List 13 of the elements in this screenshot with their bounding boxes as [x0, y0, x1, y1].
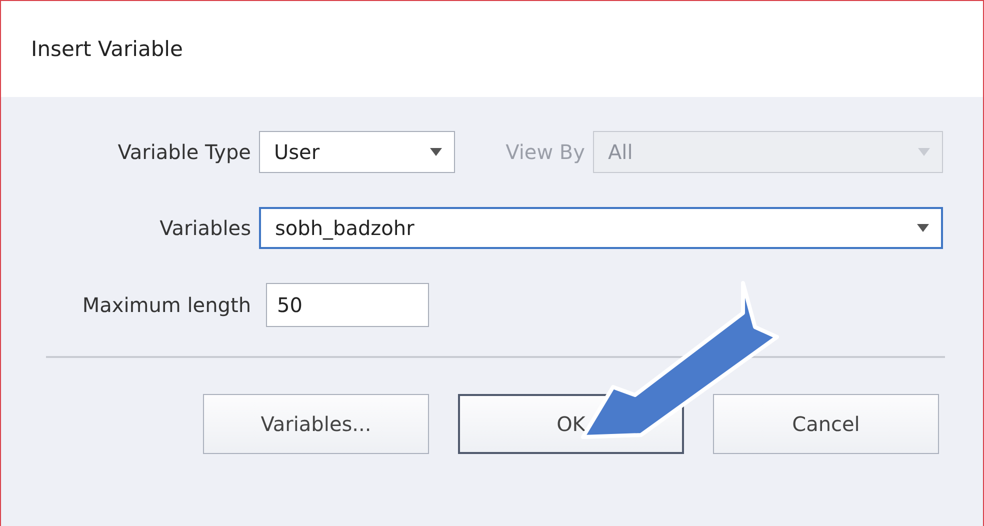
field-label: View By	[504, 140, 585, 164]
window-title: Insert Variable	[31, 37, 183, 61]
field-label: Maximum length	[81, 293, 251, 317]
dropdown-arrow-icon	[917, 224, 929, 232]
maximum-length-field[interactable]: 50	[266, 283, 429, 327]
field-label: Variable Type	[116, 140, 251, 164]
field-label: Variables	[158, 216, 251, 240]
dialog-button[interactable]: Cancel	[713, 394, 939, 454]
variables-dropdown[interactable]: sobh_badzohr	[259, 207, 943, 249]
dropdown-arrow-icon	[918, 148, 930, 156]
dropdown-arrow-icon	[430, 148, 442, 156]
dialog-button[interactable]: Variables...	[203, 394, 429, 454]
variable-type-dropdown[interactable]: User	[259, 131, 455, 173]
